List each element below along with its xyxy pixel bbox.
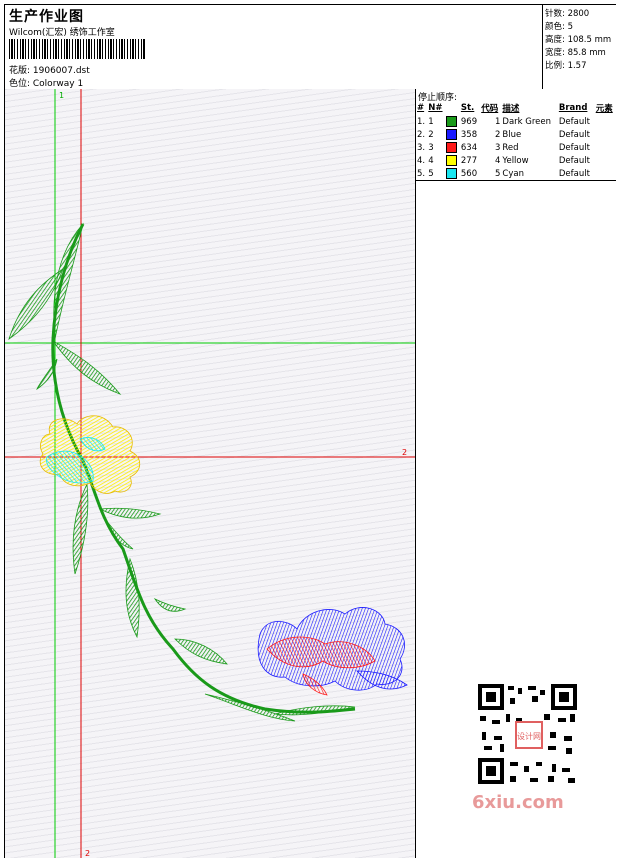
row-index: 2.	[417, 129, 426, 140]
row-description: Dark Green	[502, 116, 552, 127]
guide-label-1: 1	[59, 91, 64, 100]
colorway: 色位: Colorway 1	[9, 79, 84, 89]
col-header-index: #	[417, 103, 425, 113]
row-description: Red	[502, 142, 519, 153]
col-header-swatch	[445, 101, 459, 115]
col-header-description: 描述	[502, 104, 520, 114]
row-brand: Default	[558, 155, 590, 166]
color-swatch	[446, 142, 458, 153]
row-swatch	[445, 141, 459, 154]
row-brand: Default	[558, 116, 590, 127]
row-index: 1.	[417, 116, 426, 127]
stat-scale: 比例: 1.57	[545, 61, 587, 71]
table-row[interactable]: 5. 5 560 5 Cyan Default	[416, 167, 616, 181]
company-name: Wilcom(汇宏) 绣饰工作室	[9, 28, 115, 38]
header: 生产作业图 Wilcom(汇宏) 绣饰工作室 花版: 1906007.dst 色…	[5, 5, 616, 90]
guide-label-2-horizontal: 2	[402, 448, 407, 457]
row-needle: 3	[428, 142, 434, 153]
stats-panel: 针数: 2800 颜色: 5 高度: 108.5 mm 宽度: 85.8 mm …	[542, 5, 616, 89]
row-code: 2	[494, 129, 501, 140]
row-stitches: 277	[460, 155, 478, 166]
table-header-row: # N# St. 代码 描述 Brand 元素	[416, 101, 616, 115]
table-row[interactable]: 4. 4 277 4 Yellow Default	[416, 154, 616, 167]
flower-red-blue	[257, 607, 408, 696]
color-swatch	[446, 116, 458, 127]
row-element	[595, 167, 616, 181]
seal-text: 设计网	[517, 731, 541, 741]
row-code: 5	[494, 168, 501, 179]
stat-height: 高度: 108.5 mm	[545, 35, 612, 45]
row-needle: 5	[428, 168, 434, 179]
row-description: Blue	[502, 129, 522, 140]
row-stitches: 969	[460, 116, 478, 127]
row-element	[595, 128, 616, 141]
row-brand: Default	[558, 168, 590, 179]
row-description: Cyan	[502, 168, 524, 179]
row-element	[595, 141, 616, 154]
stop-sequence-table: # N# St. 代码 描述 Brand 元素 1. 1 969 1 Dark …	[416, 101, 616, 181]
embroidery-preview: 1 2 2	[5, 89, 415, 858]
col-header-needle: N#	[428, 103, 443, 113]
row-index: 5.	[417, 168, 426, 179]
design-file: 花版: 1906007.dst	[9, 66, 90, 76]
qr-code-icon: 设计网	[470, 680, 585, 790]
col-header-code: 代码	[481, 104, 499, 114]
table-row[interactable]: 2. 2 358 2 Blue Default	[416, 128, 616, 141]
table-row[interactable]: 1. 1 969 1 Dark Green Default	[416, 115, 616, 128]
row-code: 3	[494, 142, 501, 153]
row-needle: 1	[428, 116, 434, 127]
watermark-text: 6xiu.com	[472, 792, 564, 813]
color-swatch	[446, 129, 458, 140]
qr-code-watermark: 设计网	[470, 680, 585, 790]
row-needle: 4	[428, 155, 434, 166]
row-stitches: 634	[460, 142, 478, 153]
color-swatch	[446, 168, 458, 179]
col-header-brand: Brand	[558, 103, 588, 113]
row-code: 4	[494, 155, 501, 166]
row-swatch	[445, 115, 459, 128]
table-row[interactable]: 3. 3 634 3 Red Default	[416, 141, 616, 154]
sheet-title: 生产作业图	[9, 9, 84, 25]
row-stitches: 560	[460, 168, 478, 179]
row-swatch	[445, 128, 459, 141]
row-index: 3.	[417, 142, 426, 153]
stat-colors: 颜色: 5	[545, 22, 573, 32]
row-description: Yellow	[502, 155, 529, 166]
guide-label-2-vertical: 2	[85, 849, 90, 858]
stat-width: 宽度: 85.8 mm	[545, 48, 606, 58]
row-element	[595, 115, 616, 128]
row-index: 4.	[417, 155, 426, 166]
row-code: 1	[494, 116, 501, 127]
col-header-element: 元素	[595, 104, 613, 114]
row-swatch	[445, 167, 459, 181]
design-canvas[interactable]: 1 2 2	[5, 89, 415, 858]
row-element	[595, 154, 616, 167]
row-brand: Default	[558, 129, 590, 140]
color-swatch	[446, 155, 458, 166]
stat-stitches: 针数: 2800	[545, 9, 590, 19]
row-brand: Default	[558, 142, 590, 153]
col-header-stitches: St.	[460, 103, 475, 113]
row-needle: 2	[428, 129, 434, 140]
barcode	[9, 39, 145, 59]
row-swatch	[445, 154, 459, 167]
row-stitches: 358	[460, 129, 478, 140]
